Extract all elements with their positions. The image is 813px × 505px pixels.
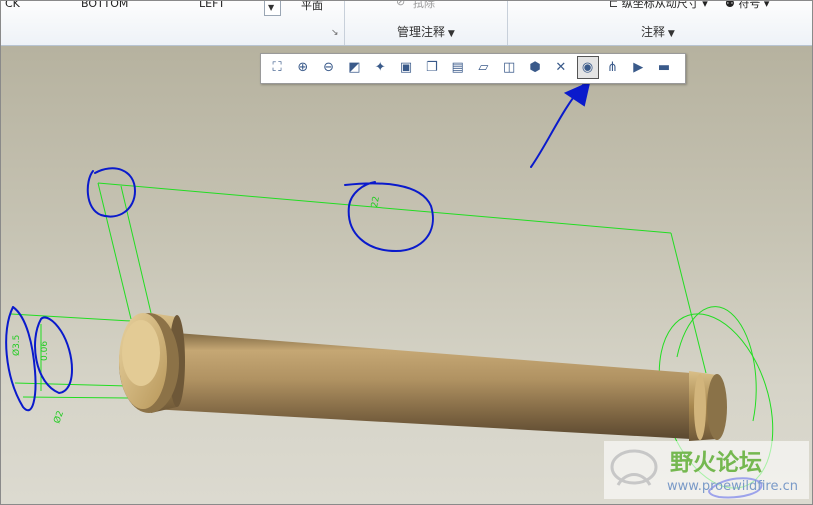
repaint-button[interactable]: ◩ — [344, 57, 364, 78]
annotation-display-button[interactable]: ✕ — [551, 57, 571, 78]
orient-icon: ◫ — [503, 60, 516, 75]
display-style-icon: ▣ — [399, 60, 413, 75]
forum-logo-icon — [610, 449, 658, 486]
zoom-refit-button[interactable]: ⛶ — [267, 57, 287, 78]
saved-views-button[interactable]: ❐ — [422, 57, 442, 78]
watermark-url: www.proewildfire.cn — [667, 479, 798, 494]
datum-display-icon: ▱ — [478, 60, 489, 75]
view-manager-icon: ▤ — [451, 60, 464, 75]
watermark-title: 野火论坛 — [670, 450, 762, 476]
annotation-filter-button[interactable]: ◉ — [576, 56, 599, 79]
dimension-small-diameter-text[interactable]: Ø2 — [51, 409, 66, 425]
point-display-button[interactable]: ⋔ — [602, 57, 622, 78]
datum-display-button[interactable]: ▱ — [473, 57, 493, 78]
repaint-icon: ◩ — [348, 60, 361, 75]
play-button[interactable]: ▶ — [628, 57, 648, 78]
display-style-button[interactable]: ▣ — [396, 57, 416, 78]
orient-button[interactable]: ◫ — [499, 57, 519, 78]
view-manager-button[interactable]: ▤ — [448, 57, 468, 78]
saved-views-icon: ❐ — [425, 60, 438, 75]
annotation-display-icon: ✕ — [555, 60, 567, 75]
spin-center-icon: ✦ — [374, 60, 386, 75]
zoom-refit-icon: ⛶ — [272, 60, 282, 75]
perspective-button[interactable]: ⬢ — [525, 57, 545, 78]
perspective-icon: ⬢ — [529, 60, 541, 75]
dimension-diameter-text[interactable]: Ø3.5 — [11, 335, 22, 356]
shaft-part[interactable] — [119, 313, 727, 441]
annotation-orientation-button[interactable]: ▬ — [654, 57, 674, 78]
dimension-offset-text[interactable]: 0.06 — [40, 341, 50, 361]
play-icon: ▶ — [633, 60, 644, 75]
zoom-in-icon: ⊕ — [297, 60, 309, 75]
annotation-orientation-icon: ▬ — [657, 60, 671, 75]
app-window: CK BOTTOM LEFT ▼ 平面 拭除 ⊘ ↘ ⊏ 纵坐标从动尺寸 ▾ ⚉… — [0, 0, 813, 505]
graphics-toolbar: ⛶ ⊕ ⊖ ◩ ✦ ▣ ❐ ▤ ▱ ◫ ⬢ ✕ ◉ ⋔ ▶ ▬ — [260, 53, 686, 84]
zoom-in-button[interactable]: ⊕ — [293, 57, 313, 78]
point-display-icon: ⋔ — [606, 60, 618, 75]
zoom-out-icon: ⊖ — [323, 60, 335, 75]
spin-center-button[interactable]: ✦ — [370, 57, 390, 78]
zoom-out-button[interactable]: ⊖ — [319, 57, 339, 78]
annotation-filter-icon: ◉ — [581, 60, 594, 75]
dimension-length-text[interactable]: 22 — [370, 196, 382, 209]
